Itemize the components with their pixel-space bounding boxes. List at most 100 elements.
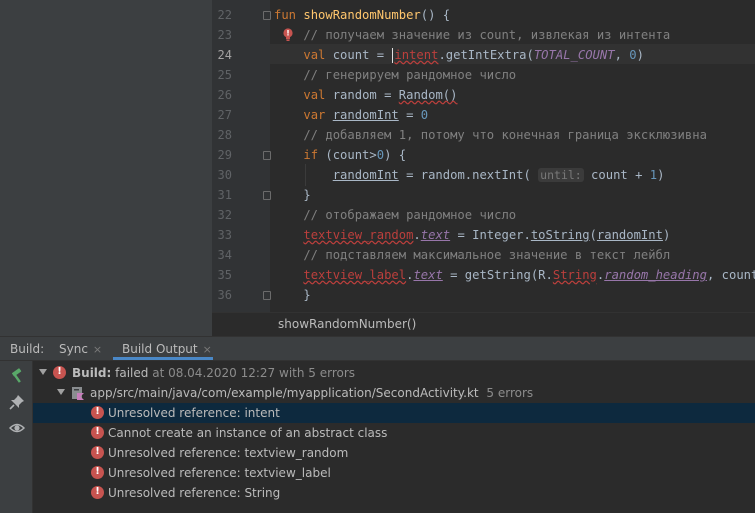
code-token: } (274, 288, 311, 302)
build-status-row[interactable]: Build: failed at 08.04.2020 12:27 with 5… (33, 363, 755, 383)
code-line[interactable]: } (274, 185, 311, 205)
code-token: .getIntExtra( (438, 48, 534, 62)
code-token: text (413, 268, 443, 282)
line-number: 29 (217, 148, 232, 162)
breadcrumb[interactable]: showRandomNumber() (278, 315, 416, 333)
code-token: textview_random (303, 228, 414, 242)
code-token: } (274, 188, 311, 202)
code-line[interactable]: if (count>0) { (274, 145, 406, 165)
code-line[interactable]: val random = Random() (274, 85, 457, 105)
code-line[interactable]: textview_random.text = Integer.toString(… (274, 225, 670, 245)
code-token: = Integer. (450, 228, 531, 242)
build-error-message: Unresolved reference: textview_random (108, 446, 349, 460)
tab-build-output-label: Build Output (122, 342, 198, 356)
code-token: randomInt (332, 108, 399, 122)
tab-sync-close-icon[interactable]: × (93, 343, 102, 356)
error-icon (91, 465, 104, 479)
line-number: 31 (217, 188, 232, 202)
build-error-message: Unresolved reference: intent (108, 406, 280, 420)
code-token: = random.nextInt( (398, 168, 539, 182)
code-token: // получаем значение из count, извлекая … (274, 28, 671, 42)
fold-marker-if-end[interactable] (263, 191, 271, 200)
code-line[interactable]: // генерируем рандомное число (274, 65, 516, 85)
hammer-icon[interactable] (9, 368, 25, 384)
fold-marker-if[interactable] (263, 151, 271, 160)
code-token: 1 (649, 168, 658, 182)
code-token: showRandomNumber (303, 8, 421, 22)
line-number: 27 (217, 108, 232, 122)
tab-sync[interactable]: Sync × (59, 337, 102, 361)
error-bulb-icon[interactable] (282, 28, 294, 42)
line-number: 30 (217, 168, 232, 182)
code-token: , count) (706, 268, 755, 282)
code-line[interactable]: // добавляем 1, потому что конечная гран… (274, 125, 707, 145)
code-line[interactable]: randomInt = random.nextInt( until: count… (274, 165, 664, 185)
code-token: toString (530, 228, 590, 242)
code-token: String (552, 268, 597, 282)
line-number: 28 (217, 128, 232, 142)
line-number: 32 (217, 208, 232, 222)
code-token: ) (662, 228, 671, 242)
expand-arrow-icon[interactable] (39, 369, 47, 375)
build-error-row[interactable]: Cannot create an instance of an abstract… (33, 423, 755, 443)
error-icon (91, 425, 104, 439)
code-line[interactable]: fun showRandomNumber() { (274, 5, 450, 25)
build-error-row[interactable]: Unresolved reference: textview_random (33, 443, 755, 463)
tool-window-label: Build: (10, 342, 45, 356)
expand-arrow-icon[interactable] (57, 389, 65, 395)
code-token: () { (420, 8, 451, 22)
code-token: = getString(R. (442, 268, 553, 282)
error-icon (91, 405, 104, 419)
kotlin-file-icon (72, 387, 84, 400)
fold-marker-fun[interactable] (263, 11, 271, 20)
active-tab-indicator (113, 357, 213, 360)
build-error-row[interactable]: Unresolved reference: textview_label (33, 463, 755, 483)
eye-icon[interactable] (9, 420, 25, 436)
indent-guide (305, 164, 306, 186)
line-number: 25 (217, 68, 232, 82)
build-file-error-count: 5 errors (486, 386, 534, 400)
code-token: count + (583, 168, 650, 182)
code-token: random = (332, 88, 399, 102)
code-token: , (614, 48, 630, 62)
line-number: 35 (217, 268, 232, 282)
code-token: val (303, 48, 333, 62)
code-line[interactable]: val count = intent.getIntExtra(TOTAL_COU… (274, 45, 644, 65)
code-token: textview_label (303, 268, 407, 282)
code-token: randomInt (332, 168, 399, 182)
code-token: // отображаем рандомное число (274, 208, 517, 222)
code-line[interactable]: } (274, 285, 311, 305)
build-file-row[interactable]: app/src/main/java/com/example/myapplicat… (33, 383, 755, 403)
line-number: 26 (217, 88, 232, 102)
code-token: if (303, 148, 326, 162)
code-line[interactable]: var randomInt = 0 (274, 105, 428, 125)
build-error-row[interactable]: Unresolved reference: String (33, 483, 755, 503)
fold-marker-fun-end[interactable] (263, 291, 271, 300)
code-token: count = (332, 48, 392, 62)
tab-sync-label: Sync (59, 342, 88, 356)
tool-window-side-toolbar (0, 361, 33, 513)
code-token: 0 (629, 48, 637, 62)
code-token: // подставляем максимальное значение в т… (274, 248, 671, 262)
code-line[interactable]: textview_label.text = getString(R.String… (274, 265, 755, 285)
code-token: . (413, 228, 421, 242)
build-error-message: Cannot create an instance of an abstract… (108, 426, 388, 440)
code-token: 0 (376, 148, 385, 162)
error-icon (53, 365, 66, 379)
build-status-value: failed (115, 366, 149, 380)
code-token: 0 (420, 108, 429, 122)
tab-build-output-close-icon[interactable]: × (203, 343, 212, 356)
build-error-row[interactable]: Unresolved reference: intent (33, 403, 755, 423)
pin-icon[interactable] (9, 394, 25, 410)
code-line[interactable]: // получаем значение из count, извлекая … (274, 25, 670, 45)
code-line[interactable]: // отображаем рандомное число (274, 205, 516, 225)
code-line[interactable]: // подставляем максимальное значение в т… (274, 245, 670, 265)
error-icon (91, 485, 104, 499)
code-token: ) (636, 48, 644, 62)
